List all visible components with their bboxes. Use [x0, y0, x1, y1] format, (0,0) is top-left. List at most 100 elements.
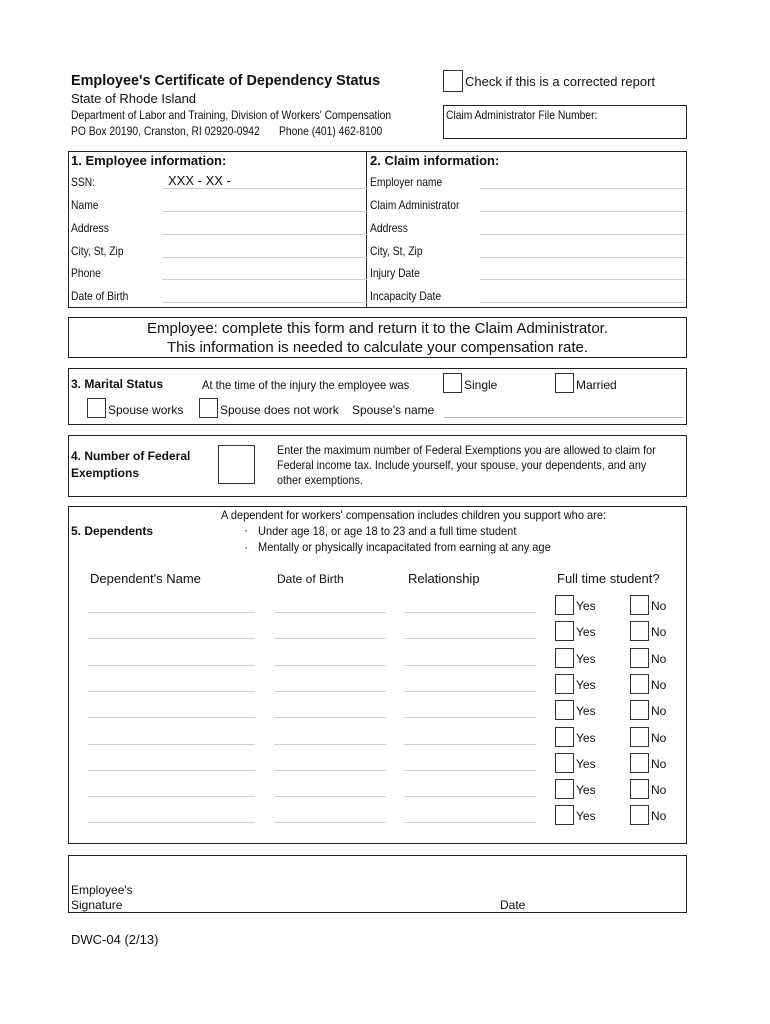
student-no-checkbox[interactable]: [630, 753, 649, 773]
notice-line-1: Employee: complete this form and return …: [146, 320, 609, 337]
dependent-name-input[interactable]: [88, 728, 255, 745]
exemptions-desc-line1: Enter the maximum number of Federal Exem…: [277, 443, 656, 457]
employee-field-input[interactable]: [162, 264, 367, 280]
student-yes-checkbox[interactable]: [555, 753, 574, 773]
claim-field-input[interactable]: [480, 196, 685, 212]
claim-field-label: Claim Administrator: [370, 198, 460, 212]
dependent-dob-input[interactable]: [274, 675, 386, 692]
spouse-not-work-label: Spouse does not work: [220, 403, 339, 417]
claim-field-label: Injury Date: [370, 266, 420, 280]
dependent-relationship-input[interactable]: [404, 622, 536, 639]
corrected-report-checkbox[interactable]: [443, 70, 463, 92]
student-yes-label: Yes: [576, 678, 596, 692]
dependent-dob-input[interactable]: [274, 622, 386, 639]
dependent-name-input[interactable]: [88, 622, 255, 639]
col-header-student: Full time student?: [557, 571, 660, 586]
student-no-label: No: [651, 757, 667, 771]
student-yes-label: Yes: [576, 704, 596, 718]
spouse-works-checkbox[interactable]: [87, 398, 106, 418]
spouse-works-label: Spouse works: [108, 403, 184, 417]
claim-field-input[interactable]: [480, 242, 685, 258]
student-yes-checkbox[interactable]: [555, 674, 574, 694]
employee-field-label: Address: [71, 221, 109, 235]
dependent-name-input[interactable]: [88, 675, 255, 692]
dependent-name-input[interactable]: [88, 649, 255, 666]
student-yes-checkbox[interactable]: [555, 727, 574, 747]
dependent-relationship-input[interactable]: [404, 675, 536, 692]
file-number-field[interactable]: Claim Administrator File Number:: [443, 105, 687, 139]
single-checkbox[interactable]: [443, 373, 462, 393]
student-yes-label: Yes: [576, 783, 596, 797]
student-yes-checkbox[interactable]: [555, 621, 574, 641]
spouse-name-input[interactable]: [444, 400, 684, 418]
exemptions-desc-line3: other exemptions.: [277, 473, 363, 487]
employee-field-input[interactable]: [162, 242, 367, 258]
student-no-checkbox[interactable]: [630, 621, 649, 641]
student-no-checkbox[interactable]: [630, 595, 649, 615]
student-yes-label: Yes: [576, 652, 596, 666]
spouse-name-label: Spouse's name: [352, 403, 435, 417]
dependent-name-input[interactable]: [88, 701, 255, 718]
spouse-not-work-checkbox[interactable]: [199, 398, 218, 418]
dependent-name-input[interactable]: [88, 596, 255, 613]
dependent-relationship-input[interactable]: [404, 806, 536, 823]
dependent-relationship-input[interactable]: [404, 649, 536, 666]
student-yes-label: Yes: [576, 757, 596, 771]
claim-field-label: Incapacity Date: [370, 289, 442, 303]
dependent-relationship-input[interactable]: [404, 754, 536, 771]
signature-section[interactable]: [68, 855, 687, 913]
dependent-relationship-input[interactable]: [404, 596, 536, 613]
dependent-name-input[interactable]: [88, 754, 255, 771]
employee-field-label: City, St, Zip: [71, 244, 124, 258]
dependent-name-input[interactable]: [88, 806, 255, 823]
employee-field-input[interactable]: [162, 196, 367, 212]
dependent-name-input[interactable]: [88, 780, 255, 797]
student-no-label: No: [651, 599, 667, 613]
section4-title-line1: 4. Number of Federal: [71, 449, 191, 463]
student-yes-checkbox[interactable]: [555, 805, 574, 825]
file-number-label: Claim Administrator File Number:: [446, 108, 598, 122]
student-no-checkbox[interactable]: [630, 727, 649, 747]
student-no-label: No: [651, 625, 667, 639]
single-label: Single: [464, 378, 498, 392]
dependent-relationship-input[interactable]: [404, 728, 536, 745]
exemptions-count-input[interactable]: [218, 445, 255, 484]
dependent-dob-input[interactable]: [274, 596, 386, 613]
dependent-relationship-input[interactable]: [404, 780, 536, 797]
claim-field-input[interactable]: [480, 264, 685, 280]
student-yes-checkbox[interactable]: [555, 779, 574, 799]
bullet-1-text: Under age 18, or age 18 to 23 and a full…: [258, 524, 517, 538]
date-label: Date: [500, 898, 526, 912]
employee-field-input[interactable]: XXX - XX -: [162, 173, 367, 189]
state-name: State of Rhode Island: [71, 91, 197, 106]
married-label: Married: [576, 378, 617, 392]
employee-field-input[interactable]: [162, 287, 367, 303]
student-yes-label: Yes: [576, 599, 596, 613]
dependent-dob-input[interactable]: [274, 806, 386, 823]
dependent-dob-input[interactable]: [274, 780, 386, 797]
married-checkbox[interactable]: [555, 373, 574, 393]
claim-field-input[interactable]: [480, 287, 685, 303]
section5-title: 5. Dependents: [71, 524, 154, 538]
dependent-dob-input[interactable]: [274, 728, 386, 745]
dependents-intro: A dependent for workers' compensation in…: [221, 508, 607, 522]
student-yes-label: Yes: [576, 809, 596, 823]
dependent-dob-input[interactable]: [274, 754, 386, 771]
claim-field-input[interactable]: [480, 219, 685, 235]
student-no-checkbox[interactable]: [630, 700, 649, 720]
student-no-checkbox[interactable]: [630, 674, 649, 694]
dependent-relationship-input[interactable]: [404, 701, 536, 718]
dependent-dob-input[interactable]: [274, 649, 386, 666]
section2-title: 2. Claim information:: [370, 153, 500, 168]
claim-field-input[interactable]: [480, 173, 685, 189]
student-no-checkbox[interactable]: [630, 648, 649, 668]
dependent-dob-input[interactable]: [274, 701, 386, 718]
student-no-label: No: [651, 678, 667, 692]
claim-field-label: Employer name: [370, 175, 443, 189]
student-yes-checkbox[interactable]: [555, 595, 574, 615]
student-yes-checkbox[interactable]: [555, 648, 574, 668]
employee-field-input[interactable]: [162, 219, 367, 235]
student-no-checkbox[interactable]: [630, 779, 649, 799]
student-yes-checkbox[interactable]: [555, 700, 574, 720]
student-no-checkbox[interactable]: [630, 805, 649, 825]
